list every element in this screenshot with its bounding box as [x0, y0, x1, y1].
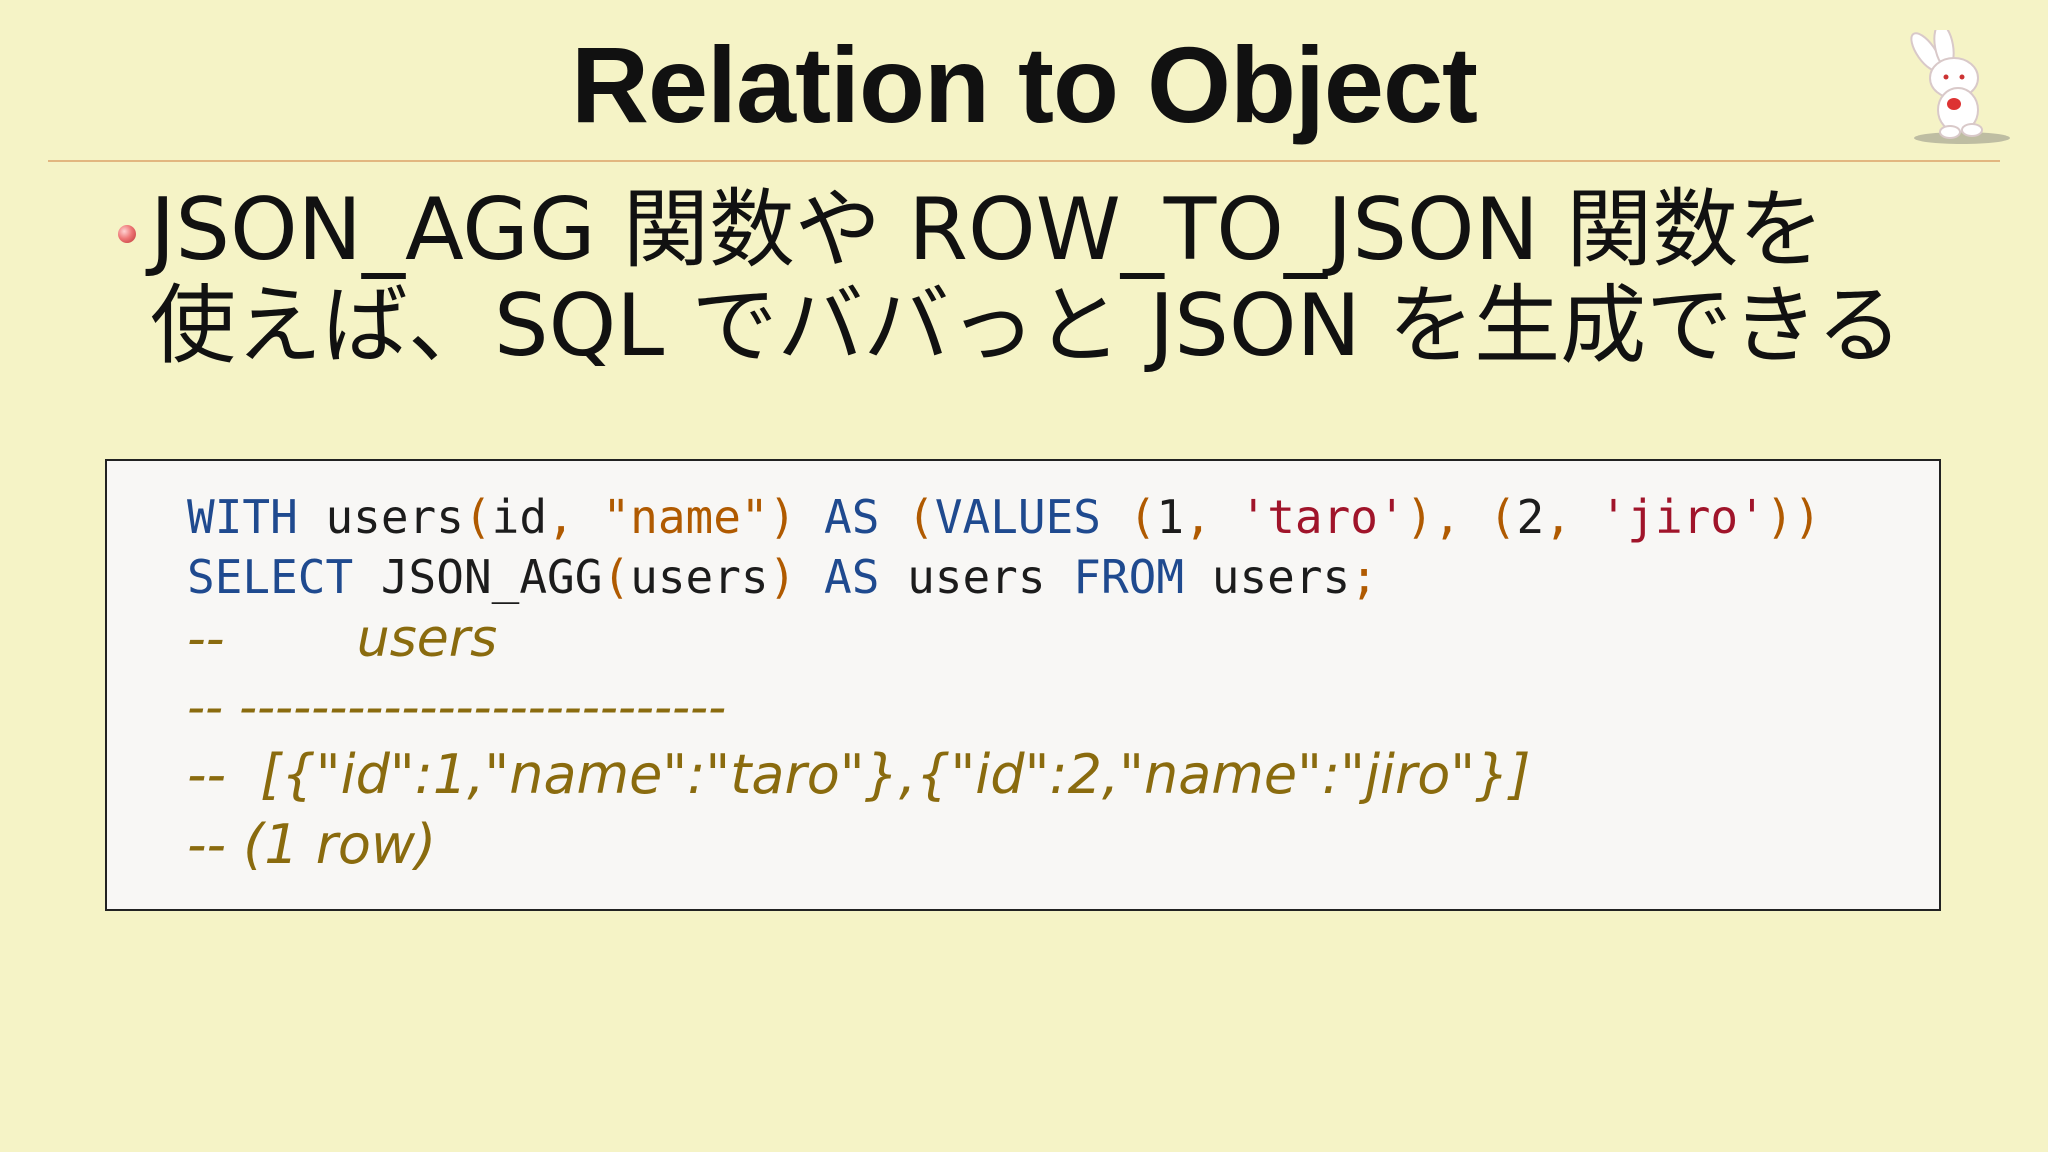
- code-block: WITH users(id, "name") AS (VALUES (1, 't…: [105, 459, 1941, 911]
- token: SELECT: [187, 550, 354, 604]
- bullet-line-1: JSON_AGG 関数や ROW_TO_JSON 関数を: [150, 180, 1825, 280]
- token: AS: [824, 550, 880, 604]
- token: FROM: [1073, 550, 1185, 604]
- token: ): [768, 550, 797, 604]
- token: ): [1405, 490, 1434, 544]
- token: 2: [1516, 490, 1545, 544]
- token: ;: [1350, 550, 1378, 604]
- code-comment-separator: -- ---------------------------: [187, 678, 727, 736]
- token: users: [879, 550, 1074, 604]
- slide-title: Relation to Object: [570, 24, 1478, 145]
- token: (: [907, 490, 935, 544]
- token: ): [768, 490, 797, 544]
- token: users: [297, 490, 464, 544]
- token: 'jiro': [1599, 490, 1766, 544]
- token: 1: [1156, 490, 1185, 544]
- code-lines: WITH users(id, "name") AS (VALUES (1, 't…: [187, 487, 1821, 607]
- token: JSON_AGG: [353, 550, 603, 604]
- token: )): [1765, 490, 1822, 544]
- token: AS: [824, 490, 880, 544]
- token: ,: [1544, 490, 1572, 544]
- code-line-1: WITH users(id, "name") AS (VALUES (1, 't…: [187, 490, 1821, 544]
- bullet-line-2: 使えば、SQL でババっと JSON を生成できる: [150, 276, 1903, 376]
- token: users: [1184, 550, 1351, 604]
- token: ,: [1184, 490, 1212, 544]
- token: VALUES: [934, 490, 1101, 544]
- token: (: [1488, 490, 1517, 544]
- token: id: [491, 490, 548, 544]
- token: WITH: [187, 490, 298, 544]
- bullet-text: JSON_AGG 関数や ROW_TO_JSON 関数を 使えば、SQL でババ…: [150, 182, 1970, 374]
- rabbit-mascot-icon: [1910, 30, 2010, 144]
- title-divider: [48, 160, 2000, 162]
- bullet-icon: [118, 225, 136, 243]
- code-comment-result: -- [{"id":1,"name":"taro"},{"id":2,"name…: [187, 743, 1531, 806]
- code-comment-rowcount: -- (1 row): [187, 813, 437, 876]
- token: ,: [547, 490, 575, 544]
- token: 'taro': [1239, 490, 1406, 544]
- token: (: [602, 550, 631, 604]
- token: users: [630, 550, 769, 604]
- token: (: [1128, 490, 1157, 544]
- code-comment-header: -- users: [187, 609, 498, 669]
- token: "name": [602, 490, 769, 544]
- code-line-2: SELECT JSON_AGG(users) AS users FROM use…: [187, 550, 1378, 604]
- token: ,: [1433, 490, 1462, 544]
- token: (: [463, 490, 492, 544]
